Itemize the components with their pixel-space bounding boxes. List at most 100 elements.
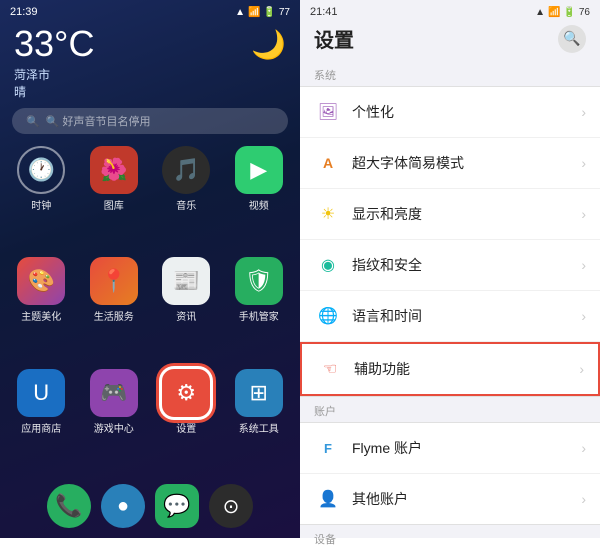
settings-list-system: 🖼 个性化 › A 超大字体简易模式 › ☀ 显示和亮度 › ◉ 指纹和安全 ›… <box>300 86 600 397</box>
app-label-manager: 手机管家 <box>239 308 279 323</box>
settings-item-personalize[interactable]: 🖼 个性化 › <box>300 87 600 138</box>
app-icon-tools: ⊞ <box>235 369 283 417</box>
app-icon-manager: 🛡 <box>235 257 283 305</box>
font-chevron: › <box>581 155 586 171</box>
dock-camera[interactable]: ⊙ <box>209 484 253 528</box>
app-icon-music: 🎵 <box>162 146 210 194</box>
flyme-chevron: › <box>581 440 586 456</box>
section-label-account: 账户 <box>300 397 600 422</box>
right-header: 设置 🔍 <box>300 20 600 61</box>
app-icon-video: ▶ <box>235 146 283 194</box>
fingerprint-icon: ◉ <box>314 251 342 279</box>
app-life[interactable]: 📍 生活服务 <box>81 257 148 362</box>
app-clock[interactable]: 🕐 时钟 <box>8 146 75 251</box>
app-icon-theme: 🎨 <box>17 257 65 305</box>
flyme-icon: F <box>314 434 342 462</box>
right-status-bar: 21:41 ▲📶🔋76 <box>300 0 600 20</box>
app-label-theme: 主题美化 <box>21 308 61 323</box>
app-grid: 🕐 时钟 🌺 图库 🎵 音乐 ▶ 视频 🎨 主题美 <box>0 142 300 478</box>
app-tools[interactable]: ⊞ 系统工具 <box>226 369 293 474</box>
app-icon-gallery: 🌺 <box>90 146 138 194</box>
app-icon-store: U <box>17 369 65 417</box>
settings-list-account: F Flyme 账户 › 👤 其他账户 › <box>300 422 600 525</box>
left-status-icons: ▲📶🔋77 <box>235 7 290 18</box>
app-label-store: 应用商店 <box>21 420 61 435</box>
fingerprint-label: 指纹和安全 <box>352 255 581 275</box>
settings-item-flyme[interactable]: F Flyme 账户 › <box>300 423 600 474</box>
dock-icon-camera: ⊙ <box>209 484 253 528</box>
accounts-chevron: › <box>581 491 586 507</box>
section-label-system: 系统 <box>300 61 600 86</box>
app-label-music: 音乐 <box>176 197 196 212</box>
dock-phone[interactable]: 📞 <box>47 484 91 528</box>
app-label-settings: 设置 <box>176 420 196 435</box>
header-search-icon: 🔍 <box>563 30 580 47</box>
header-search-button[interactable]: 🔍 <box>558 25 586 53</box>
app-video[interactable]: ▶ 视频 <box>226 146 293 251</box>
font-label: 超大字体简易模式 <box>352 153 581 173</box>
search-bar[interactable]: 🔍 🔍 好声音节目名停用 <box>12 108 288 134</box>
settings-item-other-accounts[interactable]: 👤 其他账户 › <box>300 474 600 524</box>
app-label-gallery: 图库 <box>104 197 124 212</box>
left-panel: 21:39 ▲📶🔋77 33°C 菏泽市 晴 🌙 🔍 🔍 好声音节目名停用 🕐 … <box>0 0 300 538</box>
flyme-label: Flyme 账户 <box>352 438 581 458</box>
app-music[interactable]: 🎵 音乐 <box>153 146 220 251</box>
language-label: 语言和时间 <box>352 306 581 326</box>
search-placeholder: 🔍 好声音节目名停用 <box>46 113 151 129</box>
left-status-time: 21:39 <box>10 6 38 18</box>
app-manager[interactable]: 🛡 手机管家 <box>226 257 293 362</box>
right-panel: 21:41 ▲📶🔋76 设置 🔍 系统 🖼 个性化 › A 超大字体简易模式 ›… <box>300 0 600 538</box>
app-label-clock: 时钟 <box>31 197 51 212</box>
accounts-icon: 👤 <box>314 485 342 513</box>
app-label-video: 视频 <box>249 197 269 212</box>
personalize-chevron: › <box>581 104 586 120</box>
app-news[interactable]: 📰 资讯 <box>153 257 220 362</box>
settings-title: 设置 <box>314 24 354 53</box>
settings-item-fingerprint[interactable]: ◉ 指纹和安全 › <box>300 240 600 291</box>
app-label-tools: 系统工具 <box>239 420 279 435</box>
settings-item-language[interactable]: 🌐 语言和时间 › <box>300 291 600 342</box>
app-icon-news: 📰 <box>162 257 210 305</box>
personalize-icon: 🖼 <box>314 98 342 126</box>
dock-icon-phone: 📞 <box>47 484 91 528</box>
display-icon: ☀ <box>314 200 342 228</box>
app-gallery[interactable]: 🌺 图库 <box>81 146 148 251</box>
weather-area: 33°C 菏泽市 晴 🌙 <box>0 20 300 104</box>
right-status-icons: ▲📶🔋76 <box>535 7 590 18</box>
accessibility-icon: ☜ <box>316 355 344 383</box>
accessibility-chevron: › <box>579 361 584 377</box>
font-icon: A <box>314 149 342 177</box>
app-label-news: 资讯 <box>176 308 196 323</box>
dock-icon-chat: 💬 <box>155 484 199 528</box>
app-settings[interactable]: ⚙ 设置 <box>153 369 220 474</box>
search-icon: 🔍 <box>26 115 40 128</box>
language-icon: 🌐 <box>314 302 342 330</box>
app-store[interactable]: U 应用商店 <box>8 369 75 474</box>
accessibility-label: 辅助功能 <box>354 359 579 379</box>
app-icon-game: 🎮 <box>90 369 138 417</box>
settings-item-display[interactable]: ☀ 显示和亮度 › <box>300 189 600 240</box>
display-chevron: › <box>581 206 586 222</box>
moon-icon: 🌙 <box>251 26 286 61</box>
accounts-label: 其他账户 <box>352 489 581 509</box>
app-label-game: 游戏中心 <box>94 420 134 435</box>
city-name: 菏泽市 <box>14 66 94 83</box>
dock-icon-bluetooth: ● <box>101 484 145 528</box>
personalize-label: 个性化 <box>352 102 581 122</box>
app-icon-life: 📍 <box>90 257 138 305</box>
right-status-time: 21:41 <box>310 6 338 18</box>
settings-item-font[interactable]: A 超大字体简易模式 › <box>300 138 600 189</box>
left-status-bar: 21:39 ▲📶🔋77 <box>0 0 300 20</box>
language-chevron: › <box>581 308 586 324</box>
display-label: 显示和亮度 <box>352 204 581 224</box>
weather-info: 菏泽市 晴 <box>14 62 94 100</box>
fingerprint-chevron: › <box>581 257 586 273</box>
app-game[interactable]: 🎮 游戏中心 <box>81 369 148 474</box>
settings-item-accessibility[interactable]: ☜ 辅助功能 › <box>300 342 600 396</box>
app-icon-settings: ⚙ <box>162 369 210 417</box>
app-theme[interactable]: 🎨 主题美化 <box>8 257 75 362</box>
app-icon-clock: 🕐 <box>17 146 65 194</box>
dock-area: 📞 ● 💬 ⊙ <box>0 478 300 538</box>
dock-bluetooth[interactable]: ● <box>101 484 145 528</box>
dock-chat[interactable]: 💬 <box>155 484 199 528</box>
